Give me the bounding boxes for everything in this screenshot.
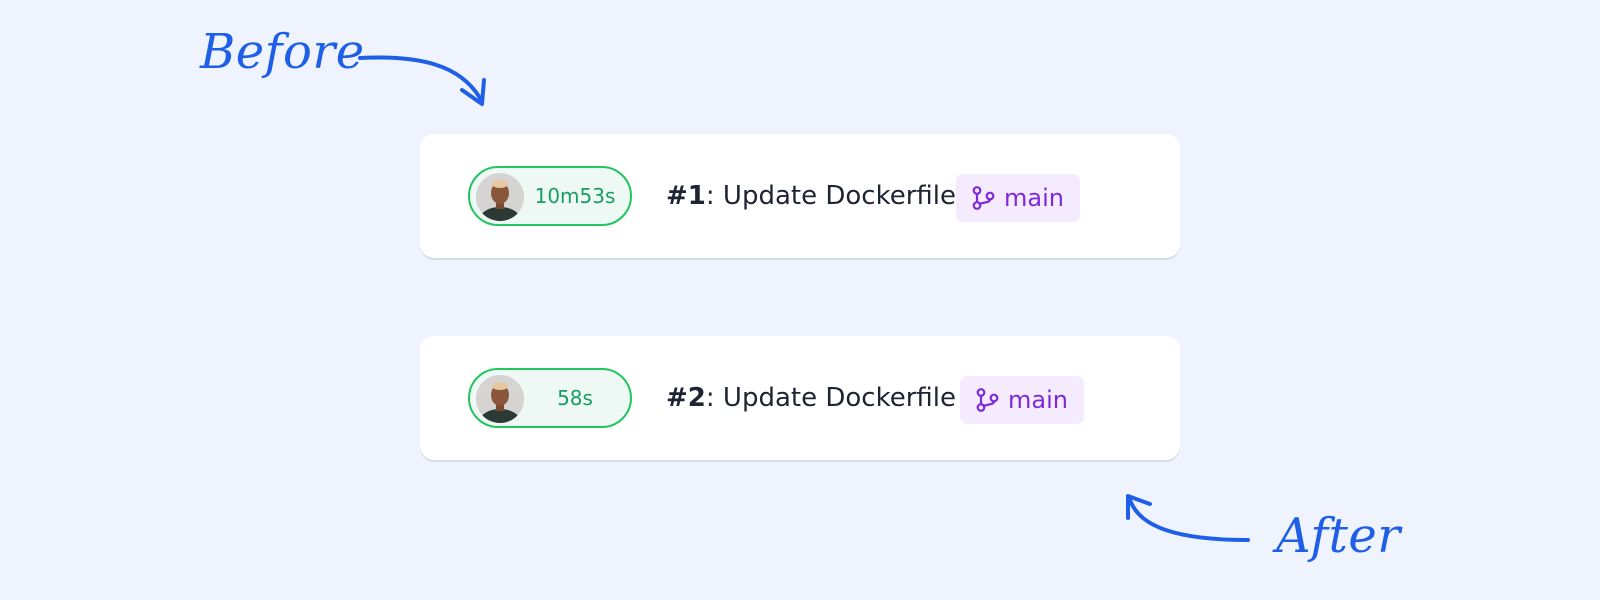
git-branch-icon xyxy=(976,388,999,412)
run-status-pill[interactable]: 10m53s xyxy=(468,166,632,226)
run-duration: 58s xyxy=(557,386,593,410)
run-status-pill[interactable]: 58s xyxy=(468,368,632,428)
branch-badge[interactable]: main xyxy=(960,376,1084,424)
run-title[interactable]: #1: Update Dockerfile xyxy=(666,166,956,226)
run-title-text: : Update Dockerfile xyxy=(705,383,956,413)
branch-name: main xyxy=(1008,386,1068,414)
avatar xyxy=(476,173,524,221)
after-arrow-icon xyxy=(1126,494,1250,542)
avatar xyxy=(476,375,524,423)
run-number: #1 xyxy=(666,181,706,211)
run-title-text: : Update Dockerfile xyxy=(705,181,956,211)
git-branch-icon xyxy=(972,186,995,210)
avatar-icon xyxy=(476,173,524,221)
run-duration: 10m53s xyxy=(534,184,616,208)
run-title[interactable]: #2: Update Dockerfile xyxy=(666,368,956,428)
run-card-after[interactable]: 58s #2: Update Dockerfile main xyxy=(420,336,1180,460)
branch-name: main xyxy=(1004,184,1064,212)
branch-badge[interactable]: main xyxy=(956,174,1080,222)
avatar-icon xyxy=(476,375,524,423)
run-number: #2 xyxy=(666,383,706,413)
run-card-before[interactable]: 10m53s #1: Update Dockerfile main xyxy=(420,134,1180,258)
